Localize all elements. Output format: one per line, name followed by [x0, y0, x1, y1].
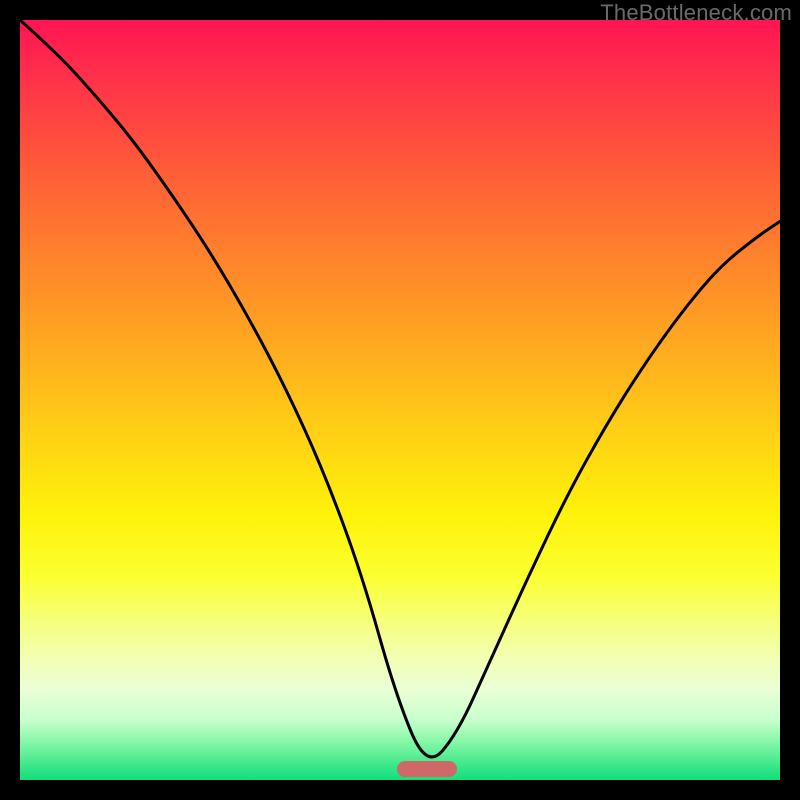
- chart-frame: TheBottleneck.com: [0, 0, 800, 800]
- watermark-text: TheBottleneck.com: [600, 0, 792, 26]
- bottleneck-curve: [20, 20, 780, 780]
- gradient-plot-area: [20, 20, 780, 780]
